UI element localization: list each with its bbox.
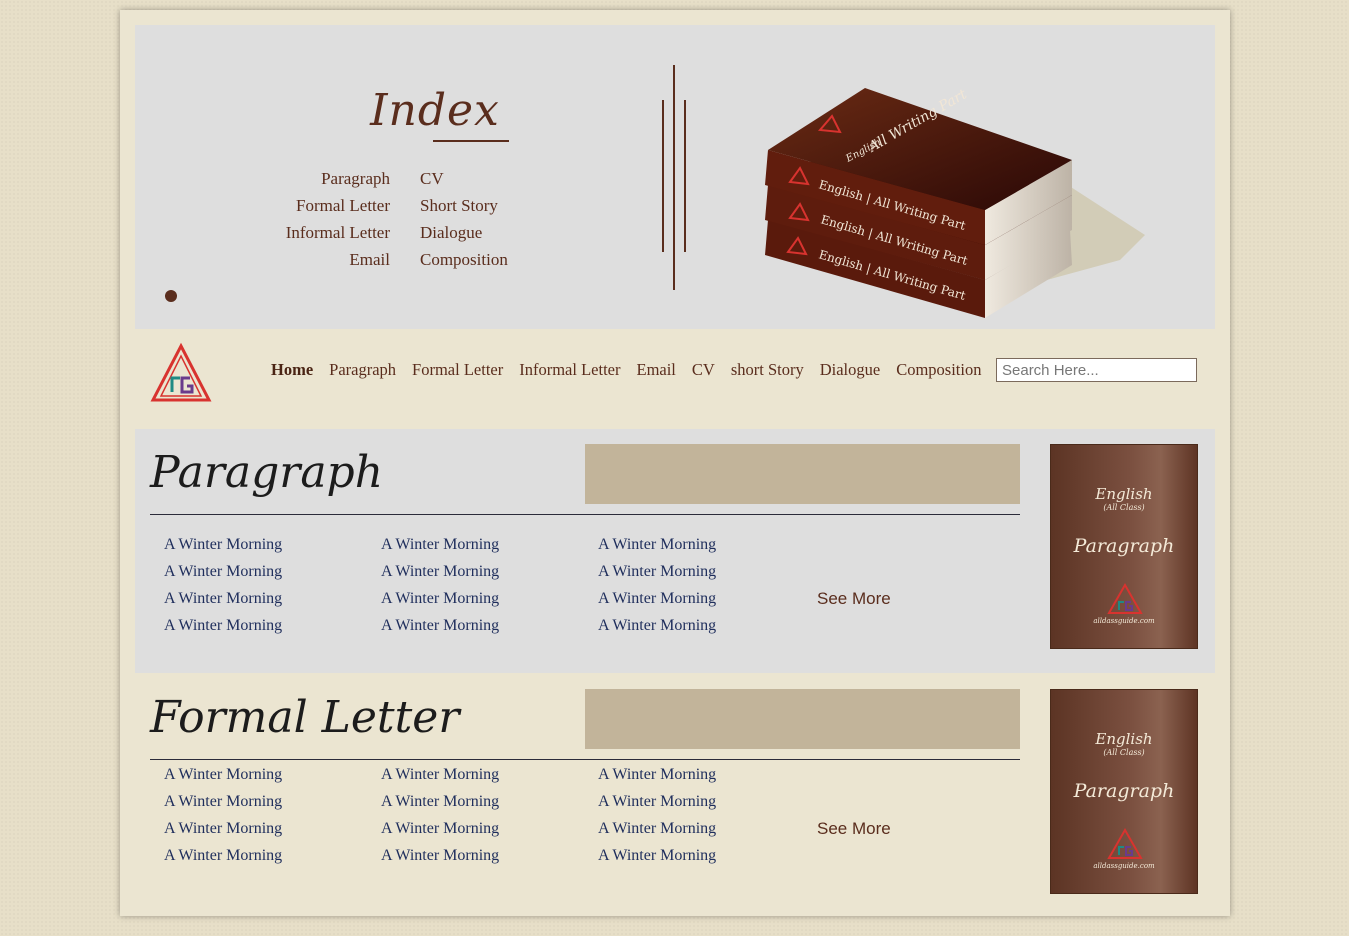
article-link[interactable]: A Winter Morning bbox=[381, 766, 598, 784]
article-link[interactable]: A Winter Morning bbox=[598, 847, 815, 865]
article-link[interactable]: A Winter Morning bbox=[164, 536, 381, 554]
article-link[interactable]: A Winter Morning bbox=[598, 617, 815, 635]
see-more-link[interactable]: See More bbox=[817, 819, 891, 839]
nav-email[interactable]: Email bbox=[628, 360, 683, 380]
index-underline bbox=[433, 140, 509, 142]
section-title: Formal Letter bbox=[150, 692, 460, 743]
cover-logo-icon bbox=[1107, 828, 1143, 859]
index-link-paragraph[interactable]: Paragraph bbox=[215, 165, 390, 192]
search-input[interactable] bbox=[996, 358, 1197, 382]
section-links: A Winter Morning A Winter Morning A Wint… bbox=[164, 536, 815, 635]
nav-composition[interactable]: Composition bbox=[888, 360, 989, 380]
cover-subtitle: (All Class) bbox=[1103, 748, 1145, 757]
section-divider bbox=[150, 514, 1020, 515]
article-link[interactable]: A Winter Morning bbox=[381, 590, 598, 608]
hero-banner: Index Paragraph Formal Letter Informal L… bbox=[135, 25, 1215, 329]
index-list-right: CV Short Story Dialogue Composition bbox=[420, 165, 580, 273]
book-cover-image[interactable]: English (All Class) Paragraph alldassgui… bbox=[1050, 689, 1198, 894]
index-link-formal-letter[interactable]: Formal Letter bbox=[215, 192, 390, 219]
article-link[interactable]: A Winter Morning bbox=[164, 590, 381, 608]
article-link[interactable]: A Winter Morning bbox=[381, 820, 598, 838]
divider-line bbox=[662, 100, 664, 252]
article-link[interactable]: A Winter Morning bbox=[164, 847, 381, 865]
nav-informal-letter[interactable]: Informal Letter bbox=[511, 360, 628, 380]
main-navbar: Home Paragraph Formal Letter Informal Le… bbox=[135, 329, 1215, 429]
cover-brand: English bbox=[1095, 485, 1153, 503]
article-link[interactable]: A Winter Morning bbox=[381, 847, 598, 865]
article-link[interactable]: A Winter Morning bbox=[598, 793, 815, 811]
cover-website: alldassguide.com bbox=[1093, 862, 1155, 870]
page-container: Index Paragraph Formal Letter Informal L… bbox=[120, 10, 1230, 916]
section-links: A Winter Morning A Winter Morning A Wint… bbox=[164, 766, 815, 865]
index-link-cv[interactable]: CV bbox=[420, 165, 580, 192]
article-link[interactable]: A Winter Morning bbox=[598, 590, 815, 608]
article-link[interactable]: A Winter Morning bbox=[598, 536, 815, 554]
section-banner-box bbox=[585, 444, 1020, 504]
book-cover-image[interactable]: English (All Class) Paragraph alldassgui… bbox=[1050, 444, 1198, 649]
nav-home[interactable]: Home bbox=[263, 360, 321, 380]
article-link[interactable]: A Winter Morning bbox=[598, 563, 815, 581]
article-link[interactable]: A Winter Morning bbox=[381, 793, 598, 811]
index-link-composition[interactable]: Composition bbox=[420, 246, 580, 273]
divider-line bbox=[684, 100, 686, 252]
cover-title: Paragraph bbox=[1073, 780, 1175, 802]
section-divider bbox=[150, 759, 1020, 760]
article-link[interactable]: A Winter Morning bbox=[164, 820, 381, 838]
nav-formal-letter[interactable]: Formal Letter bbox=[404, 360, 511, 380]
article-link[interactable]: A Winter Morning bbox=[164, 766, 381, 784]
section-banner-box bbox=[585, 689, 1020, 749]
cover-subtitle: (All Class) bbox=[1103, 503, 1145, 512]
article-link[interactable]: A Winter Morning bbox=[381, 617, 598, 635]
cover-website: alldassguide.com bbox=[1093, 617, 1155, 625]
index-link-informal-letter[interactable]: Informal Letter bbox=[215, 219, 390, 246]
article-link[interactable]: A Winter Morning bbox=[381, 536, 598, 554]
section-title: Paragraph bbox=[150, 447, 384, 498]
section-paragraph: Paragraph A Winter Morning A Winter Morn… bbox=[135, 429, 1215, 673]
section-formal-letter: Formal Letter A Winter Morning A Winter … bbox=[135, 674, 1215, 910]
nav-paragraph[interactable]: Paragraph bbox=[321, 360, 404, 380]
divider-line bbox=[673, 65, 675, 290]
nav-menu: Home Paragraph Formal Letter Informal Le… bbox=[263, 360, 989, 380]
see-more-link[interactable]: See More bbox=[817, 589, 891, 609]
cover-title: Paragraph bbox=[1073, 535, 1175, 557]
nav-cv[interactable]: CV bbox=[684, 360, 723, 380]
index-link-email[interactable]: Email bbox=[215, 246, 390, 273]
index-link-dialogue[interactable]: Dialogue bbox=[420, 219, 580, 246]
book-stack-image: English | All Writing Part English | All… bbox=[765, 86, 1145, 318]
article-link[interactable]: A Winter Morning bbox=[164, 563, 381, 581]
cover-brand: English bbox=[1095, 730, 1153, 748]
slider-dot[interactable] bbox=[165, 290, 177, 302]
nav-short-story[interactable]: short Story bbox=[723, 360, 812, 380]
article-link[interactable]: A Winter Morning bbox=[598, 820, 815, 838]
article-link[interactable]: A Winter Morning bbox=[164, 617, 381, 635]
index-title: Index bbox=[370, 85, 500, 136]
site-logo[interactable] bbox=[150, 342, 212, 404]
article-link[interactable]: A Winter Morning bbox=[598, 766, 815, 784]
nav-dialogue[interactable]: Dialogue bbox=[812, 360, 888, 380]
index-link-short-story[interactable]: Short Story bbox=[420, 192, 580, 219]
article-link[interactable]: A Winter Morning bbox=[164, 793, 381, 811]
index-list-left: Paragraph Formal Letter Informal Letter … bbox=[215, 165, 390, 273]
cover-logo-icon bbox=[1107, 583, 1143, 614]
article-link[interactable]: A Winter Morning bbox=[381, 563, 598, 581]
